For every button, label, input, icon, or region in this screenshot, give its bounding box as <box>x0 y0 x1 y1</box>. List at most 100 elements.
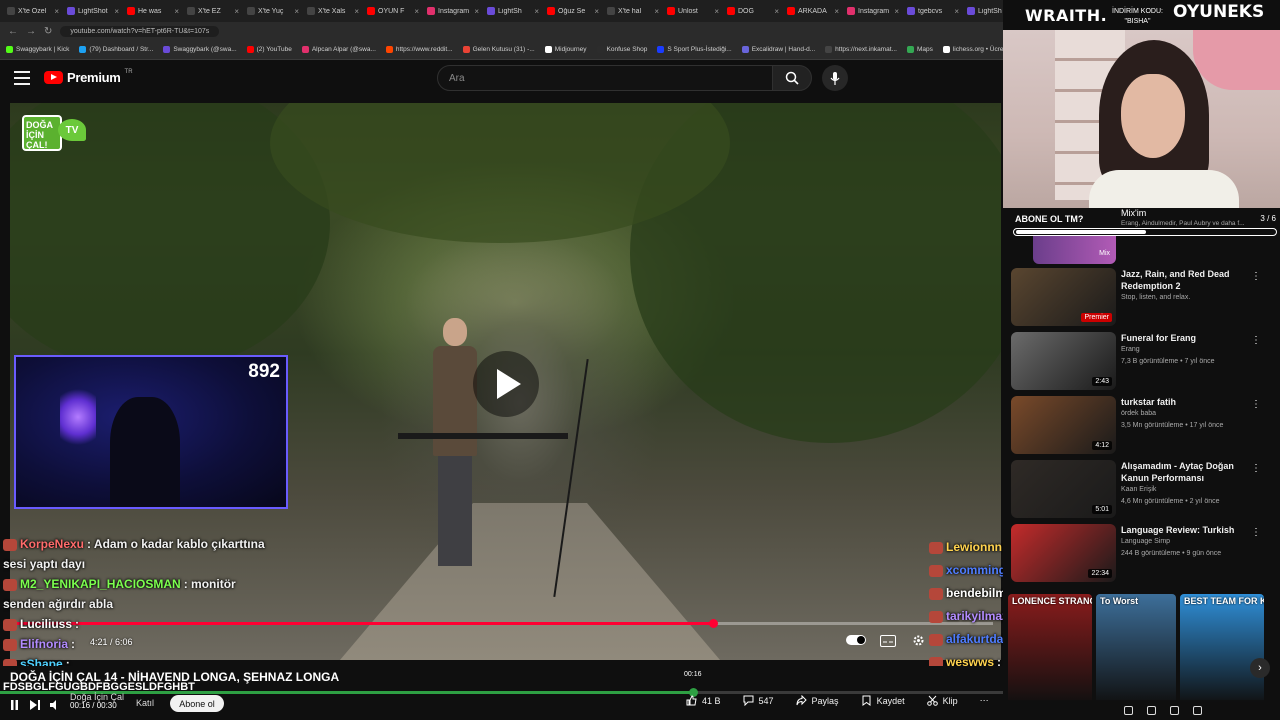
browser-tab[interactable]: X'te Özel × <box>4 2 62 20</box>
bookmark-item[interactable]: Maps <box>906 46 933 53</box>
browser-tab[interactable]: Instagram × <box>424 2 482 20</box>
search-button[interactable] <box>772 65 812 91</box>
bookmark-item[interactable]: (2) YouTube <box>246 46 292 53</box>
more-options-icon[interactable]: ⋮ <box>1251 399 1261 410</box>
search-input[interactable]: Ara <box>437 65 773 91</box>
bookmark-item[interactable]: S Sport Plus-İstediği... <box>657 46 732 53</box>
pin-icon[interactable] <box>1147 705 1156 715</box>
browser-tab[interactable]: LightSh× <box>964 2 1003 20</box>
tab-close-icon[interactable]: × <box>834 7 839 16</box>
bookmark-item[interactable]: Midjourney <box>544 46 587 53</box>
voice-search-button[interactable] <box>822 65 848 91</box>
like-button[interactable]: 41 B <box>686 695 721 706</box>
url-field[interactable]: youtube.com/watch?v=hET-pt6R-TU&t=107s <box>60 25 220 37</box>
bookmark-item[interactable]: (79) Dashboard / Str... <box>79 46 153 53</box>
bottom-thumbnail[interactable]: BEST TEAM FOR KANTO <box>1180 594 1264 704</box>
tab-close-icon[interactable]: × <box>354 7 359 16</box>
hamburger-menu-icon[interactable] <box>14 71 30 85</box>
tab-close-icon[interactable]: × <box>474 7 479 16</box>
browser-tab[interactable]: DOĞ × <box>724 2 782 20</box>
browser-tab[interactable]: X'te hal × <box>604 2 662 20</box>
window-icon[interactable] <box>1124 705 1133 715</box>
tab-close-icon[interactable]: × <box>54 7 59 16</box>
playlist-header[interactable]: ABONE OL TM? Mix'im Erang, Aindulmedir, … <box>1011 208 1280 238</box>
next-arrow-icon[interactable]: › <box>1250 658 1270 678</box>
recommendation-thumbnail[interactable]: 4:12 <box>1011 396 1116 454</box>
recommendation-item[interactable]: 5:01 Alışamadım - Aytaç Doğan Kanun Perfo… <box>1011 460 1271 520</box>
settings-gear-icon[interactable] <box>912 634 930 646</box>
share-button[interactable]: Paylaş <box>796 694 839 706</box>
recommendation-thumbnail[interactable]: 5:01 <box>1011 460 1116 518</box>
bookmark-item[interactable]: Excalidraw | Hand-d... <box>741 46 815 53</box>
save-button[interactable]: Kaydet <box>861 695 905 706</box>
browser-tab[interactable]: LightShot × <box>64 2 122 20</box>
more-options-icon[interactable]: ⋮ <box>1251 335 1261 346</box>
youtube-logo[interactable]: Premium TR <box>44 69 133 85</box>
volume-icon[interactable] <box>50 700 60 710</box>
subscribe-button[interactable]: Abone ol <box>170 695 224 712</box>
next-icon[interactable] <box>30 700 40 710</box>
bookmark-item[interactable]: Konfuse Shop <box>596 46 647 53</box>
autoplay-toggle[interactable] <box>846 635 866 645</box>
mini-progress-remaining[interactable] <box>693 691 1003 694</box>
tab-close-icon[interactable]: × <box>774 7 779 16</box>
recommendation-item[interactable]: 4:12 turkstar fatih ördek baba 3,5 Mn görün… <box>1011 396 1271 456</box>
tab-close-icon[interactable]: × <box>714 7 719 16</box>
tab-close-icon[interactable]: × <box>894 7 899 16</box>
pause-icon[interactable] <box>10 700 20 710</box>
tab-close-icon[interactable]: × <box>654 7 659 16</box>
browser-tab[interactable]: X'te Xals × <box>304 2 362 20</box>
tab-favicon <box>847 7 855 15</box>
browser-tab[interactable]: Unlost × <box>664 2 722 20</box>
recommendation-item[interactable]: 2:43 Funeral for Erang Erang 7,3 B görüntül… <box>1011 332 1271 392</box>
reload-icon[interactable]: ↻ <box>44 26 52 37</box>
layout-icon[interactable] <box>1170 705 1179 715</box>
tab-close-icon[interactable]: × <box>954 7 959 16</box>
bookmark-item[interactable]: Swaggybark (@swa... <box>163 46 237 53</box>
recommendation-thumbnail[interactable]: Premier <box>1011 268 1116 326</box>
tab-close-icon[interactable]: × <box>534 7 539 16</box>
browser-tab[interactable]: X'te Yuç × <box>244 2 302 20</box>
bookmark-item[interactable]: Gelen Kutusu (31) -... <box>462 46 535 53</box>
tab-close-icon[interactable]: × <box>114 7 119 16</box>
bottom-thumbnail[interactable]: To Worst <box>1096 594 1176 704</box>
forward-icon[interactable]: → <box>26 26 36 37</box>
clip-button[interactable]: Klip <box>926 695 958 706</box>
bookmark-item[interactable]: Swaggybark | Kick <box>6 46 69 53</box>
play-button[interactable] <box>473 351 539 417</box>
recommendation-thumbnail[interactable]: 2:43 <box>1011 332 1116 390</box>
tab-close-icon[interactable]: × <box>294 7 299 16</box>
more-options-icon[interactable]: ⋮ <box>1251 463 1261 474</box>
bookmark-item[interactable]: https://next.inkamat... <box>825 46 897 53</box>
recommendation-thumbnail[interactable]: 22:34 <box>1011 524 1116 582</box>
more-options-icon[interactable]: ⋮ <box>1251 527 1261 538</box>
browser-tab[interactable]: Instagram × <box>844 2 902 20</box>
bookmark-item[interactable]: lichess.org • Ücretsi... <box>942 46 1003 53</box>
more-options-icon[interactable]: ⋮ <box>1251 271 1261 282</box>
subtitles-icon[interactable] <box>880 634 898 647</box>
back-icon[interactable]: ← <box>8 26 18 37</box>
recommendation-item[interactable]: 22:34 Language Review: Turkish Language Si… <box>1011 524 1271 584</box>
progress-scrubber[interactable] <box>709 619 718 628</box>
tab-close-icon[interactable]: × <box>594 7 599 16</box>
mix-thumbnail[interactable]: Mix <box>1033 236 1116 264</box>
bookmark-item[interactable]: https://www.reddit... <box>385 46 453 53</box>
join-button[interactable]: Katıl <box>136 698 154 708</box>
bookmark-item[interactable]: Alpcan Alpar (@swa... <box>301 46 376 53</box>
comments-button[interactable]: 547 <box>743 695 774 707</box>
browser-tab[interactable]: OYUN F × <box>364 2 422 20</box>
browser-tab[interactable]: He was × <box>124 2 182 20</box>
browser-tab[interactable]: LightSh× <box>484 2 542 20</box>
tab-close-icon[interactable]: × <box>174 7 179 16</box>
browser-tab[interactable]: ARKADA × <box>784 2 842 20</box>
bottom-thumbnail[interactable]: LONENCE STRANGER <box>1008 594 1092 704</box>
tab-close-icon[interactable]: × <box>414 7 419 16</box>
browser-tab[interactable]: Oğuz Se × <box>544 2 602 20</box>
tab-close-icon[interactable]: × <box>234 7 239 16</box>
channel-name[interactable]: Doğa İçin Çal <box>70 692 124 702</box>
more-actions-button[interactable]: ⋯ <box>980 695 989 706</box>
minimize-icon[interactable] <box>1193 705 1202 715</box>
recommendation-item[interactable]: Premier Jazz, Rain, and Red Dead Redempti… <box>1011 268 1271 328</box>
browser-tab[interactable]: tgebcvs × <box>904 2 962 20</box>
browser-tab[interactable]: X'te EZ × <box>184 2 242 20</box>
